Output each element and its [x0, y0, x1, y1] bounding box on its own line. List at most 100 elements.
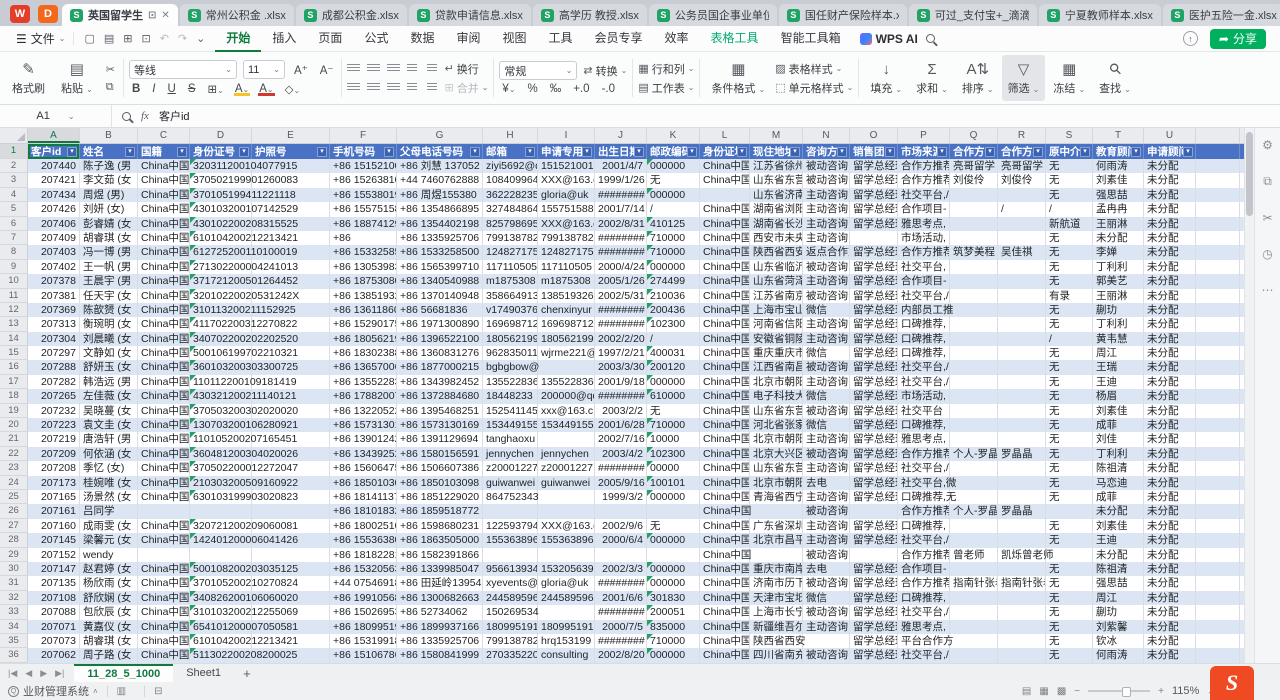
row-number[interactable]: 13	[0, 317, 28, 331]
cell[interactable]: 口碑推荐,无	[898, 490, 950, 504]
cell[interactable]: 彭睿婧 (女	[80, 217, 138, 231]
cell[interactable]: China中国	[700, 620, 750, 634]
header-cell[interactable]: 客户id▾	[28, 144, 80, 159]
cell[interactable]: 主动咨询	[803, 274, 850, 288]
header-cell[interactable]: 申请顾问▾	[1144, 144, 1196, 159]
cell[interactable]: 留学总经理	[850, 533, 898, 547]
quick-access-caret-icon[interactable]: ⌄	[196, 32, 205, 45]
cell[interactable]: /	[998, 202, 1046, 216]
cell[interactable]: 2002/8/20	[595, 648, 647, 662]
cell[interactable]	[1196, 188, 1240, 202]
cell[interactable]: z20001227	[538, 461, 595, 475]
cell[interactable]: 无	[1046, 159, 1093, 173]
cell[interactable]: 155751588	[538, 202, 595, 216]
cell[interactable]: ########	[595, 461, 647, 475]
cell[interactable]: 陕西省西安	[750, 245, 803, 259]
cell[interactable]: 400031	[647, 346, 700, 360]
cell[interactable]: 未分配	[1144, 289, 1196, 303]
cut-button[interactable]: ✂	[103, 63, 118, 77]
cell[interactable]: 留学总经理	[850, 432, 898, 446]
cell[interactable]: +86 15332585	[330, 245, 397, 259]
file-tab[interactable]: S宁夏教师样本.xlsx	[1039, 4, 1161, 26]
cell[interactable]: China中国	[138, 231, 190, 245]
cell[interactable]: ########	[595, 317, 647, 331]
cell[interactable]: 000000	[647, 490, 700, 504]
cell[interactable]: ########	[595, 188, 647, 202]
cell[interactable]: 207378	[28, 274, 80, 288]
cell[interactable]: /	[1046, 332, 1093, 346]
cell[interactable]: 153449155	[483, 418, 538, 432]
cell[interactable]: 留学总经理	[850, 562, 898, 576]
header-cell[interactable]: 姓名▾	[80, 144, 138, 159]
file-tab[interactable]: S国任财产保险样本.x	[779, 4, 907, 26]
cell[interactable]: China中国	[138, 289, 190, 303]
cell[interactable]: 000000	[647, 260, 700, 274]
cell[interactable]: 留学总经理	[850, 620, 898, 634]
cell[interactable]	[950, 260, 998, 274]
cell[interactable]: 刘素佳	[1093, 404, 1144, 418]
cell[interactable]: +86 19910568	[330, 591, 397, 605]
col-letter[interactable]: Q	[950, 128, 998, 143]
cell[interactable]: +86 56681836	[397, 303, 483, 317]
cell[interactable]: +86 1339985047	[397, 562, 483, 576]
cell[interactable]: 留学总经理	[850, 375, 898, 389]
cell[interactable]: 山东省济南	[750, 188, 803, 202]
tab-工具[interactable]: 工具	[538, 26, 584, 52]
cell[interactable]	[950, 389, 998, 403]
cell[interactable]: +86 15290175	[330, 317, 397, 331]
cell[interactable]: +86 13901242	[330, 432, 397, 446]
cell[interactable]: 社交平台,/	[898, 533, 950, 547]
cell[interactable]: v17490376	[483, 303, 538, 317]
sum-button[interactable]: Σ求和 ⌄	[910, 55, 954, 101]
cell[interactable]: +86 1573130169	[397, 418, 483, 432]
cell[interactable]: 301830	[647, 591, 700, 605]
cell[interactable]: China中国	[700, 461, 750, 475]
cell[interactable]: 雅思考点,	[898, 217, 950, 231]
cell[interactable]: 内部员工推	[898, 303, 950, 317]
paste-button[interactable]: ▤ 粘贴 ⌄	[55, 58, 99, 98]
cell[interactable]	[1196, 303, 1240, 317]
cell[interactable]: 207062	[28, 648, 80, 662]
cell[interactable]: 未分配	[1144, 476, 1196, 490]
cell[interactable]	[538, 432, 595, 446]
cell[interactable]: ########	[595, 245, 647, 259]
cell-style-button[interactable]: ⬚单元格样式⌄	[775, 80, 853, 96]
cell[interactable]: 511302200208200025	[190, 648, 252, 662]
tab-表格工具[interactable]: 表格工具	[700, 26, 770, 52]
cell[interactable]: China中国	[138, 375, 190, 389]
cell[interactable]: 799138782	[538, 231, 595, 245]
cell[interactable]: bgbgbow@	[483, 360, 538, 374]
cell[interactable]: China中国	[700, 231, 750, 245]
cell[interactable]: 微信	[803, 418, 850, 432]
row-number[interactable]: 21	[0, 432, 28, 446]
row-number[interactable]: 5	[0, 202, 28, 216]
cell[interactable]	[1196, 332, 1240, 346]
cell[interactable]: 未分配	[1144, 591, 1196, 605]
cell[interactable]: +86 1391129694	[397, 432, 483, 446]
cell[interactable]: +86 1580156591	[397, 447, 483, 461]
cell[interactable]: 370502199901260083	[190, 173, 252, 187]
cell[interactable]: /	[647, 202, 700, 216]
cell[interactable]: +86 13220522	[330, 404, 397, 418]
cell[interactable]: 山东省临沂	[750, 260, 803, 274]
col-letter[interactable]: C	[138, 128, 190, 143]
format-painter-button[interactable]: ✎ 格式刷	[6, 58, 51, 98]
cell[interactable]: 未分配	[1144, 634, 1196, 648]
cell[interactable]: 未分配	[1144, 303, 1196, 317]
cell[interactable]: 王迪	[1093, 533, 1144, 547]
cell[interactable]: 社交平台	[898, 404, 950, 418]
cell[interactable]: 000000	[647, 576, 700, 590]
cell[interactable]: 2001/4/7	[595, 159, 647, 173]
cell[interactable]: 陈歆赟 (女	[80, 303, 138, 317]
cell[interactable]: China中国	[700, 303, 750, 317]
cell[interactable]: +86 15026953	[330, 605, 397, 619]
fill-color-button[interactable]: A⌄	[233, 83, 251, 95]
cell[interactable]: 成雨雯 (女	[80, 519, 138, 533]
zoom-slider[interactable]	[1088, 690, 1150, 692]
cell[interactable]: 天津市宝坻	[750, 591, 803, 605]
cell[interactable]: chenxinyur	[538, 303, 595, 317]
underline-button[interactable]: U	[165, 83, 179, 95]
cell[interactable]: 周子路 (女	[80, 648, 138, 662]
cell[interactable]	[998, 418, 1046, 432]
cell[interactable]: 罗晶晶	[998, 504, 1046, 518]
